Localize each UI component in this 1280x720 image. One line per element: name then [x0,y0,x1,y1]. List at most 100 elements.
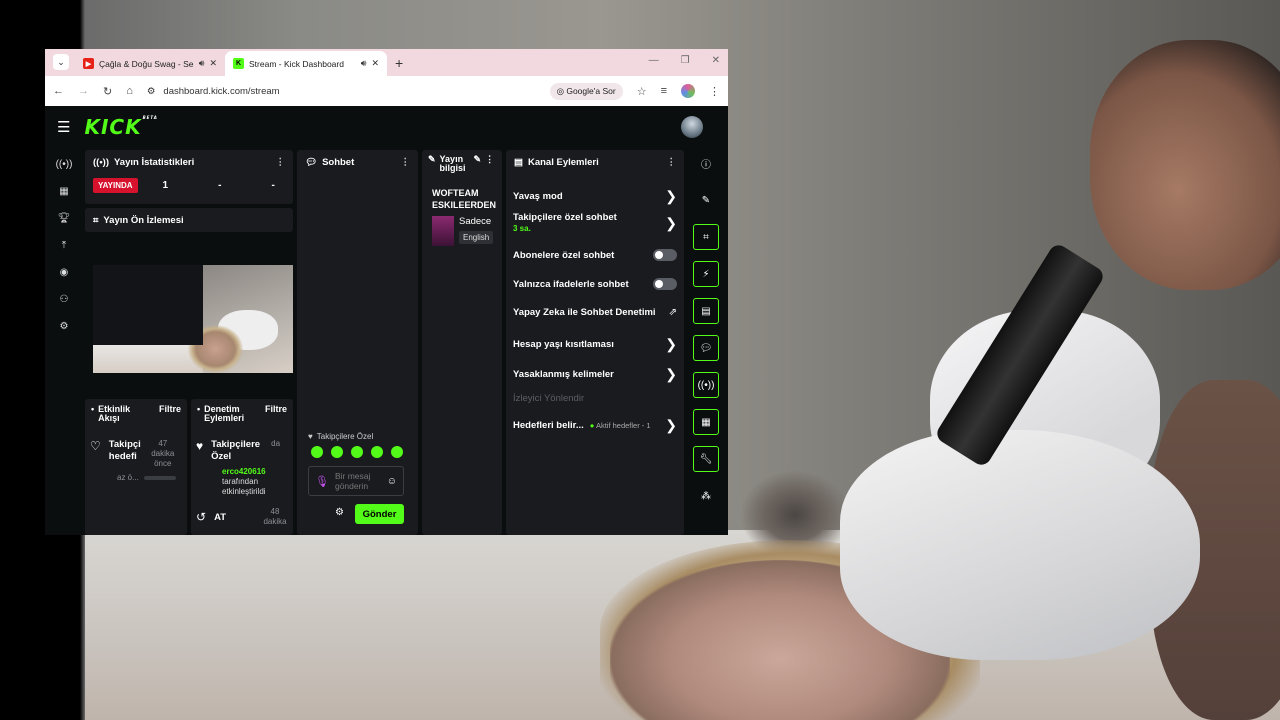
close-tab-icon[interactable]: ✕ [371,58,379,69]
broadcast-icon[interactable]: ((•)) [693,372,719,398]
more-options-icon[interactable]: ⋮ [667,157,677,168]
tab-bar: ⌄ ▶ Çağla & Doğu Swag - Seni 🔊︎ ✕ K Stre… [45,49,728,76]
chat-placeholder: Bir mesaj gönderin [334,471,371,491]
tab-title: Stream - Kick Dashboard [249,58,344,69]
panel-title: Yayın Ön İzlemesi [103,214,184,226]
restore-button[interactable]: ❐ [681,55,690,66]
progress-bar [143,475,176,480]
more-options-icon[interactable]: ⋮ [401,157,411,168]
upload-icon[interactable]: ⤒ [53,232,75,259]
dashboard-icon[interactable]: ▦ [53,178,75,205]
forward-icon[interactable]: → [78,85,89,97]
emote-icon[interactable] [331,446,343,458]
home-icon[interactable]: ⌂ [126,85,133,97]
menu-dots-icon[interactable]: ⋮ [709,85,720,98]
undo-icon[interactable]: ↺ [196,510,206,524]
emote-icon[interactable] [311,446,323,458]
external-link-icon: ⇗ [668,307,677,318]
info-icon[interactable]: ⓘ [693,150,719,176]
emote-icon[interactable] [371,446,383,458]
activity-feed-panel: • Etkinlik Akışı Filtre ♡ Takipçi hedefi… [85,399,187,535]
new-tab-button[interactable]: + [395,55,403,71]
stat-value: - [218,180,222,191]
action-description: tarafından etkinleştirildi [222,477,266,496]
profile-avatar[interactable] [681,84,695,98]
minimize-button[interactable]: — [649,55,659,66]
site-info-icon[interactable]: ⚙ [147,86,156,97]
top-nav: ☰ KICKBETA [45,106,728,148]
back-icon[interactable]: ← [53,85,64,97]
more-options-icon[interactable]: ⋮ [485,155,494,173]
heart-icon: ♡ [90,439,101,453]
bookmark-star-icon[interactable]: ☆ [637,85,647,98]
chat-bubble-icon[interactable]: 💬︎ [693,335,719,361]
lightning-icon[interactable]: ⚡︎ [693,261,719,287]
panel-title: Yayın İstatistikleri [113,156,195,168]
kick-logo[interactable]: KICKBETA [84,115,157,139]
filter-button[interactable]: Filtre [265,405,287,423]
more-options-icon[interactable]: ⋮ [276,157,286,168]
chat-input[interactable]: 🎙︎ Bir mesaj gönderin ☺ [308,466,404,496]
media-controls-icon[interactable]: ≡ [661,85,667,97]
age-restriction-row[interactable]: Hesap yaşı kısıtlaması ❯ [506,336,684,353]
url-text: dashboard.kick.com/stream [163,85,280,97]
users-icon[interactable]: ⚇ [53,286,75,313]
broadcast-icon[interactable]: ((•)) [53,151,75,178]
browser-tab-youtube[interactable]: ▶ Çağla & Doğu Swag - Seni 🔊︎ ✕ [75,51,225,76]
banned-words-row[interactable]: Yasaklanmış kelimeler ❯ [506,366,684,383]
speaker-icon[interactable]: 🔊︎ [199,58,205,69]
action-title: AT [214,511,227,523]
trophy-icon[interactable]: 🏆︎ [53,205,75,232]
moderator-username[interactable]: erco420616 [222,467,293,477]
goals-row[interactable]: Hedefleri belir... ● Aktif hedefler - 1 ❯ [506,417,684,434]
address-bar-row: ← → ↻ ⌂ ⚙ dashboard.kick.com/stream ◎ Go… [45,76,728,106]
google-ask-button[interactable]: ◎ Google'a Sor [549,82,623,100]
action-label: Yalnızca ifadelerle sohbet [513,278,629,290]
url-field[interactable]: ⚙ dashboard.kick.com/stream [147,86,536,97]
event-subtext: az ö... [117,473,139,482]
tab-search-button[interactable]: ⌄ [53,54,69,70]
emote-icon[interactable] [351,446,363,458]
right-sidebar: ⓘ ✎ ⌗ ⚡︎ ▤ 💬︎ ((•)) ▦ 🔧︎ ⁂ [686,150,726,520]
wrench-icon[interactable]: 🔧︎ [693,446,719,472]
layout-icon[interactable]: ▦ [693,409,719,435]
close-tab-icon[interactable]: ✕ [209,58,217,69]
user-avatar[interactable] [681,116,703,138]
heart-filled-icon: ♥ [196,439,204,453]
edit-pencil-icon[interactable]: ✎ [474,155,482,173]
preview-icon: ⌗ [93,214,99,226]
camera-icon[interactable]: ◉ [53,259,75,286]
category-name[interactable]: Sadece [459,216,493,227]
send-button[interactable]: Gönder [355,504,404,524]
panel-title: Yayın bilgisi [439,154,466,173]
subscribers-chat-toggle[interactable] [653,249,677,261]
microphone-icon[interactable]: 🎙︎ [315,475,329,488]
chat-settings-icon[interactable]: ⚙ [335,507,344,518]
stream-preview-thumbnail[interactable] [93,265,293,373]
action-time: da [271,439,281,448]
browser-tab-kick[interactable]: K Stream - Kick Dashboard 🔊︎ ✕ [225,51,387,76]
filter-button[interactable]: Filtre [159,405,181,423]
close-window-button[interactable]: ✕ [712,55,720,66]
followers-chat-row[interactable]: Takipçilere özel sohbet 3 sa. ❯ [506,212,684,234]
settings-icon[interactable]: ⚙ [53,313,75,340]
chevron-right-icon: ❯ [665,336,677,352]
preview-toggle-icon[interactable]: ⌗ [693,224,719,250]
slow-mode-row[interactable]: Yavaş mod ❯ [506,188,684,205]
ai-moderation-row[interactable]: Yapay Zeka ile Sohbet Denetimi ⇗ [506,307,684,318]
pencil-icon[interactable]: ✎ [693,187,719,213]
edit-icon: ✎ [428,154,436,164]
stream-info-panel: ✎ Yayın bilgisi ✎ ⋮ WOFTEAM ESKILEERDEN … [422,150,502,535]
google-lens-icon: ◎ [556,85,567,96]
stream-preview-panel: ⌗ Yayın Ön İzlemesi [85,208,293,232]
emoji-icon[interactable]: ☺ [387,476,397,487]
goals-status: Aktif hedefler - 1 [595,421,651,430]
speaker-icon[interactable]: 🔊︎ [361,58,367,69]
emotes-chat-toggle[interactable] [653,278,677,290]
chat-mode-label: Takipçilere Özel [316,432,374,441]
hamburger-menu-icon[interactable]: ☰ [57,118,70,136]
emote-icon[interactable] [391,446,403,458]
document-icon[interactable]: ▤ [693,298,719,324]
reload-icon[interactable]: ↻ [103,85,112,98]
widgets-icon[interactable]: ⁂ [693,483,719,509]
